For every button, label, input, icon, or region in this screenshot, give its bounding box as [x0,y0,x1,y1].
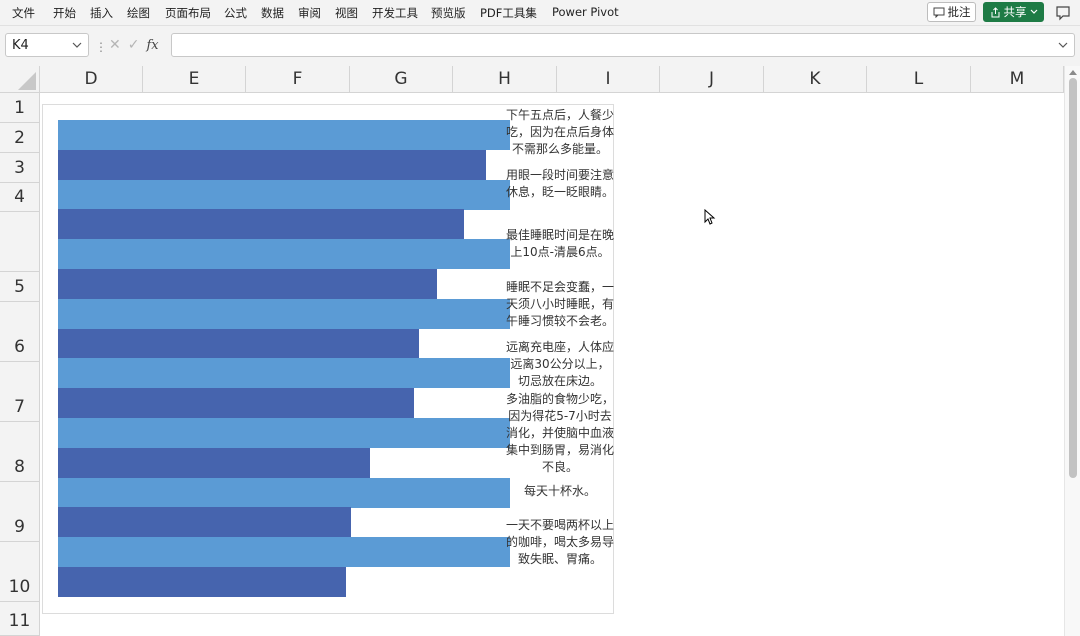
ribbon-tab[interactable]: 数据 [261,5,284,21]
name-box[interactable]: K4 [5,33,89,57]
comment-button[interactable]: 批注 [927,2,976,22]
chart-annotation: 最佳睡眠时间是在晚上10点-清晨6点。 [506,228,615,259]
insert-function-button[interactable]: fx [146,38,158,53]
chart-bar[interactable] [58,269,437,299]
feedback-icon[interactable] [1054,4,1072,22]
expand-formula-icon[interactable] [1057,39,1069,51]
column-header[interactable]: G [350,66,453,93]
chart-bar[interactable] [58,209,464,240]
column-header[interactable]: H [453,66,557,93]
share-button[interactable]: 共享 [983,2,1044,22]
cancel-icon[interactable]: ✕ [109,37,121,53]
chart-bar[interactable] [58,477,510,508]
chart-bar[interactable] [58,179,510,210]
chart-annotation: 多油脂的食物少吃，因为得花5-7小时去消化，并使脑中血液集中到肠胃，易消化不良。 [506,392,615,474]
row-header[interactable]: 11 [0,602,40,636]
row-header[interactable]: 3 [0,153,40,183]
chart-annotation: 用眼一段时间要注意休息，眨一眨眼睛。 [506,168,615,199]
ribbon-tab[interactable]: 预览版 [431,5,466,21]
formula-actions: ✕ ✓ fx [105,33,167,57]
column-header[interactable]: M [971,66,1064,93]
chart-bar[interactable] [58,298,510,329]
vertical-scrollbar[interactable] [1064,66,1080,636]
name-box-value: K4 [12,37,29,53]
share-icon [991,6,999,17]
ribbon-tab[interactable]: 插入 [90,5,113,21]
bar-chart[interactable]: 下午五点后，人餐少吃，因为在点后身体不需那么多能量。用眼一段时间要注意休息，眨一… [42,104,614,614]
row-header[interactable]: 6 [0,302,40,362]
chart-bar[interactable] [58,358,510,389]
ribbon-tab[interactable]: 开始 [53,5,76,21]
scroll-up-icon[interactable] [1068,68,1078,76]
chart-annotation: 下午五点后，人餐少吃，因为在点后身体不需那么多能量。 [506,108,615,156]
column-header[interactable]: I [557,66,660,93]
ribbon-tab[interactable]: PDF工具集 [480,5,537,21]
chart-bar[interactable] [58,537,510,568]
ribbon-tab[interactable]: 页面布局 [165,5,211,21]
ribbon-tab[interactable]: 绘图 [127,5,150,21]
scrollbar-thumb[interactable] [1069,78,1077,478]
row-header[interactable]: 8 [0,422,40,482]
row-header[interactable]: 10 [0,542,40,602]
column-header[interactable]: D [40,66,143,93]
select-all-corner[interactable] [0,66,40,93]
ribbon-tab[interactable]: 公式 [224,5,247,21]
row-header[interactable] [0,212,40,272]
formula-input[interactable] [171,33,1075,57]
confirm-icon[interactable]: ✓ [128,37,140,53]
chart-bar[interactable] [58,388,414,419]
chart-annotation: 睡眠不足会变蠢，一天须八小时睡眠，有午睡习惯较不会老。 [506,280,615,328]
row-header[interactable]: 7 [0,362,40,422]
chart-bar[interactable] [58,328,419,359]
chart-bar[interactable] [58,447,370,478]
share-label: 共享 [1003,5,1027,19]
select-all-triangle-icon [18,72,36,90]
ribbon-tab[interactable]: 审阅 [298,5,321,21]
row-header[interactable]: 9 [0,482,40,542]
mouse-cursor-icon [704,209,716,225]
chart-bar[interactable] [58,149,486,180]
comment-icon [933,7,944,18]
chart-bar[interactable] [58,120,510,150]
ribbon-menu-bar: 文件 开始 插入 绘图 页面布局 公式 数据 审阅 视图 开发工具 预览版 PDF工具集 Power P… [0,0,1080,26]
ribbon-tab[interactable]: Power Pivot [552,5,619,19]
chart-annotation: 每天十杯水。 [523,484,596,498]
row-header[interactable]: 1 [0,93,40,123]
ribbon-tab[interactable]: 文件 [12,5,35,21]
comment-label: 批注 [947,5,971,19]
row-header[interactable]: 4 [0,183,40,212]
column-header[interactable]: L [867,66,971,93]
chevron-down-icon[interactable] [71,39,83,51]
ribbon-tab[interactable]: 视图 [335,5,358,21]
chart-bar[interactable] [58,418,510,448]
chart-annotation: 远离充电座，人体应远离30公分以上，切忌放在床边。 [506,340,615,388]
chart-annotation: 一天不要喝两杯以上的咖啡，喝太多易导致失眠、胃痛。 [506,518,615,566]
row-header[interactable]: 2 [0,123,40,153]
chart-bar[interactable] [58,567,346,597]
chart-bar[interactable] [58,239,510,270]
ribbon-tab[interactable]: 开发工具 [372,5,418,21]
chevron-down-icon [1030,9,1037,14]
column-header[interactable]: K [764,66,867,93]
column-header[interactable]: E [143,66,246,93]
column-header[interactable]: F [246,66,350,93]
column-header[interactable]: J [660,66,764,93]
chart-bar[interactable] [58,507,351,538]
row-header[interactable]: 5 [0,272,40,302]
formula-bar: K4 ⋮ ✕ ✓ fx [0,26,1080,66]
